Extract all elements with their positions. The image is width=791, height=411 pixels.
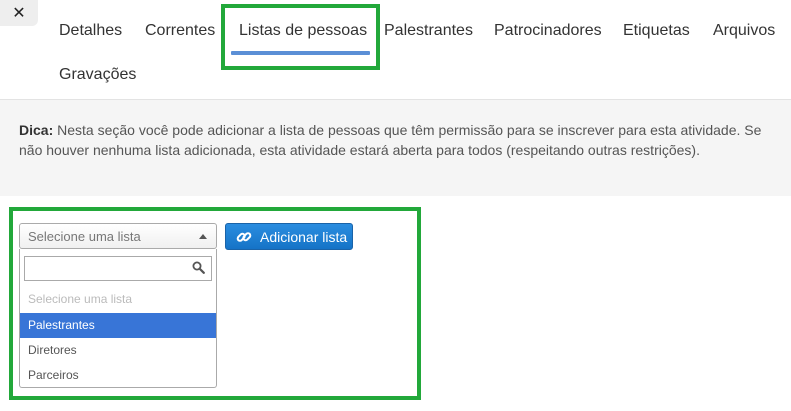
tip-panel: Dica: Nesta seção você pode adicionar a … xyxy=(0,100,791,196)
dropdown-option-parceiros[interactable]: Parceiros xyxy=(20,363,216,388)
close-icon: ✕ xyxy=(12,5,26,22)
add-list-label: Adicionar lista xyxy=(260,229,348,245)
link-icon xyxy=(236,232,252,242)
add-list-button[interactable]: Adicionar lista xyxy=(225,223,353,250)
search-icon xyxy=(192,261,205,274)
dropdown-option-palestrantes[interactable]: Palestrantes xyxy=(20,313,216,338)
tab-palestrantes[interactable]: Palestrantes xyxy=(384,22,473,40)
tip-body: Nesta seção você pode adicionar a lista … xyxy=(19,122,762,158)
dropdown-option-diretores[interactable]: Diretores xyxy=(20,338,216,363)
tab-arquivos[interactable]: Arquivos xyxy=(713,22,775,40)
dropdown-search-box[interactable] xyxy=(24,256,212,281)
top-bar: ✕ Detalhes Correntes Listas de pessoas P… xyxy=(0,0,791,100)
tab-gravacoes[interactable]: Gravações xyxy=(59,66,136,84)
chevron-up-icon xyxy=(199,234,207,239)
tab-patrocinadores[interactable]: Patrocinadores xyxy=(494,22,602,40)
list-select-value: Selecione uma lista xyxy=(28,229,141,244)
close-button[interactable]: ✕ xyxy=(0,0,38,26)
dropdown-option-placeholder[interactable]: Selecione uma lista xyxy=(20,287,216,312)
tab-correntes[interactable]: Correntes xyxy=(145,22,215,40)
dropdown-search-input[interactable] xyxy=(25,257,193,280)
active-tab-indicator xyxy=(231,51,370,55)
tab-detalhes[interactable]: Detalhes xyxy=(59,22,122,40)
tip-text: Dica: Nesta seção você pode adicionar a … xyxy=(19,120,779,160)
list-select[interactable]: Selecione uma lista xyxy=(19,223,217,249)
tip-prefix: Dica: xyxy=(19,122,54,138)
tab-etiquetas[interactable]: Etiquetas xyxy=(623,22,690,40)
tab-listas-de-pessoas[interactable]: Listas de pessoas xyxy=(239,22,367,40)
list-select-dropdown: Selecione uma lista Palestrantes Diretor… xyxy=(19,249,217,388)
